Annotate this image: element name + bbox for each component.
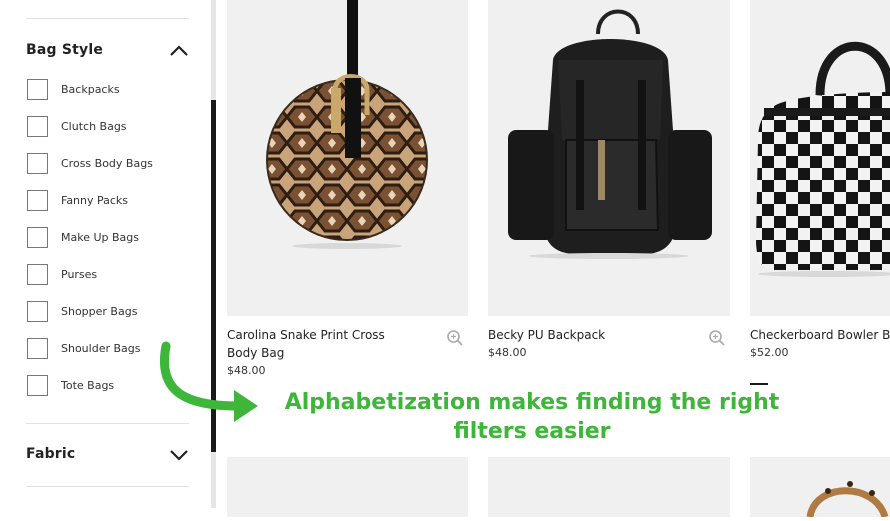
annotation-line-1: Alphabetization makes finding the right xyxy=(284,390,780,415)
checkbox[interactable] xyxy=(27,263,48,285)
checkbox[interactable] xyxy=(27,374,48,396)
filter-label: Make Up Bags xyxy=(61,230,140,244)
filter-option-backpacks[interactable]: Backpacks xyxy=(27,77,120,101)
checkbox[interactable] xyxy=(27,226,48,248)
filter-label: Tote Bags xyxy=(61,378,115,392)
product-price: $52.00 xyxy=(750,346,789,359)
checkbox[interactable] xyxy=(27,78,48,100)
filter-option-purses[interactable]: Purses xyxy=(27,262,97,286)
zoom-icon[interactable] xyxy=(708,329,726,347)
product-image[interactable] xyxy=(227,457,468,517)
divider xyxy=(26,486,189,487)
product-image[interactable] xyxy=(227,0,468,316)
annotation-line-2: filters easier xyxy=(453,419,611,444)
product-price: $48.00 xyxy=(488,346,527,359)
checkbox[interactable] xyxy=(27,152,48,174)
product-name[interactable]: Becky PU Backpack xyxy=(488,326,688,344)
filter-label: Cross Body Bags xyxy=(61,156,153,170)
product-image[interactable] xyxy=(488,0,730,316)
filter-option-cross-body-bags[interactable]: Cross Body Bags xyxy=(27,151,153,175)
product-image[interactable] xyxy=(488,457,730,517)
checkbox[interactable] xyxy=(27,115,48,137)
filter-option-shoulder-bags[interactable]: Shoulder Bags xyxy=(27,336,140,360)
filter-label: Clutch Bags xyxy=(61,119,127,133)
checkbox[interactable] xyxy=(27,300,48,322)
zoom-icon[interactable] xyxy=(446,329,464,347)
divider xyxy=(26,18,189,19)
filter-label: Shoulder Bags xyxy=(61,341,141,355)
checkbox[interactable] xyxy=(27,189,48,211)
product-image[interactable] xyxy=(750,457,890,519)
filter-option-clutch-bags[interactable]: Clutch Bags xyxy=(27,114,127,138)
chevron-down-icon[interactable] xyxy=(168,448,190,462)
filter-sidebar: Bag Style Backpacks Clutch Bags Cross Bo… xyxy=(0,0,211,508)
filter-option-make-up-bags[interactable]: Make Up Bags xyxy=(27,225,139,249)
filter-option-tote-bags[interactable]: Tote Bags xyxy=(27,373,114,397)
filter-label: Backpacks xyxy=(61,82,120,96)
leopard-bag-image xyxy=(806,481,889,519)
backpack-image xyxy=(508,9,712,259)
filter-label: Shopper Bags xyxy=(61,304,138,318)
chevron-up-icon[interactable] xyxy=(168,44,190,58)
filter-option-shopper-bags[interactable]: Shopper Bags xyxy=(27,299,137,323)
snake-print-bag-image xyxy=(266,0,428,249)
filter-option-fanny-packs[interactable]: Fanny Packs xyxy=(27,188,128,212)
filter-label: Purses xyxy=(61,267,98,281)
annotation-text: Alphabetization makes finding the right … xyxy=(258,388,806,446)
filter-label: Fanny Packs xyxy=(61,193,129,207)
fabric-title[interactable]: Fabric xyxy=(26,446,75,462)
bag-style-title[interactable]: Bag Style xyxy=(26,42,103,58)
annotation-arrow-icon xyxy=(160,341,258,422)
product-name[interactable]: Checkerboard Bowler Ba xyxy=(750,326,890,344)
checkerboard-bag-image xyxy=(756,41,890,277)
color-swatch-indicator[interactable] xyxy=(750,383,768,385)
product-image[interactable] xyxy=(750,0,890,316)
checkbox[interactable] xyxy=(27,337,48,359)
